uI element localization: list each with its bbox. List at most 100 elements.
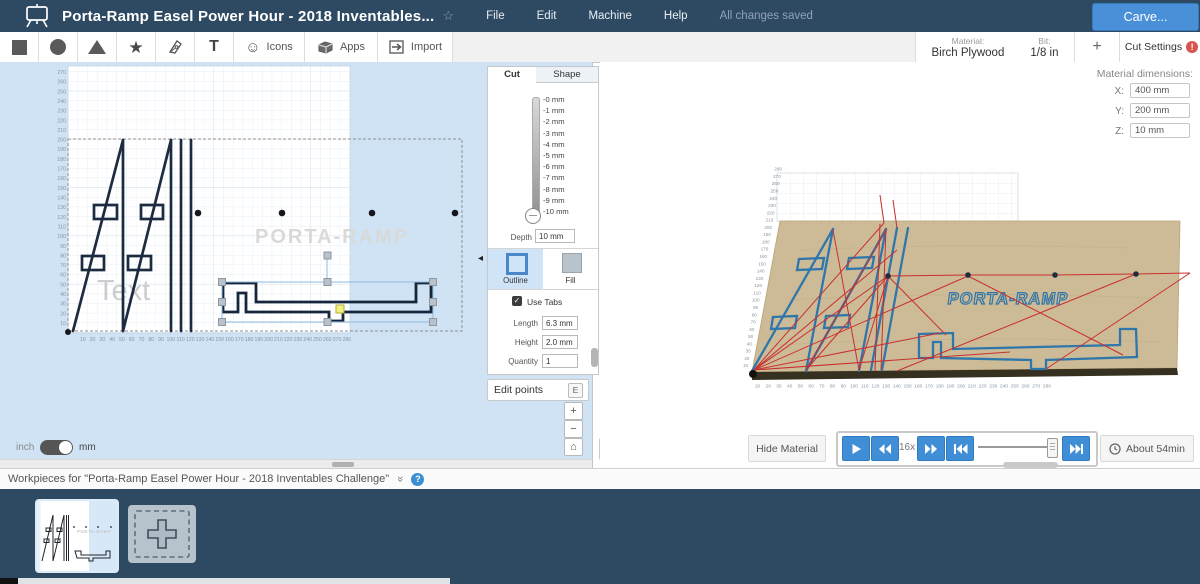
triangle-icon: [88, 40, 106, 54]
ruler-tick-label: 50: [798, 384, 804, 390]
length-input[interactable]: [542, 316, 578, 330]
carve-button[interactable]: Carve...: [1092, 3, 1199, 31]
circle-icon: [50, 39, 66, 55]
tool-pen[interactable]: [156, 32, 195, 62]
tab-shape[interactable]: Shape: [536, 67, 598, 83]
selected-node-yellow[interactable]: [336, 305, 344, 313]
quantity-input[interactable]: [542, 354, 578, 368]
length-label: Length: [496, 319, 538, 328]
height-label: Height: [496, 338, 538, 347]
ruler-tick-label: 20: [766, 384, 772, 390]
ruler-tick-label: 220: [284, 337, 293, 343]
ruler-tick-label: 150: [215, 337, 224, 343]
tool-circle[interactable]: [39, 32, 78, 62]
slider-label: -6 mm: [543, 161, 569, 172]
menu-file[interactable]: File: [486, 10, 505, 22]
depth-input[interactable]: [535, 229, 575, 243]
tool-text[interactable]: T: [195, 32, 234, 62]
add-bit-button[interactable]: +: [1074, 32, 1119, 62]
ruler-tick-label: 80: [148, 337, 154, 343]
menu-machine[interactable]: Machine: [588, 10, 631, 22]
play-button[interactable]: [842, 436, 870, 461]
edit-points-label: Edit points: [494, 384, 543, 396]
project-title[interactable]: Porta-Ramp Easel Power Hour - 2018 Inven…: [62, 8, 434, 25]
h-scrollbar-thumb[interactable]: [332, 462, 354, 467]
estimated-time-button[interactable]: About 54min: [1100, 435, 1194, 462]
ruler-tick-label: 250: [313, 337, 322, 343]
zoom-home-button[interactable]: ⌂: [564, 438, 583, 456]
workpiece-thumbnail-active[interactable]: PORTA-RAMP: [35, 499, 119, 573]
ruler-tick-label: 180: [245, 337, 254, 343]
tool-apps[interactable]: Apps: [305, 32, 378, 62]
rectangle-icon: [12, 40, 27, 55]
slower-button[interactable]: [871, 436, 899, 461]
dim-y-input[interactable]: [1130, 103, 1190, 118]
tool-icons[interactable]: ☺ Icons: [234, 32, 305, 62]
import-icon: [388, 39, 405, 55]
ruler-tick-label: 130: [882, 384, 890, 390]
ruler-tick-label: 60: [808, 384, 814, 390]
rotate-handle[interactable]: [324, 252, 331, 259]
dim-z-input[interactable]: [1130, 123, 1190, 138]
ruler-tick-label: 30: [60, 302, 66, 308]
menu-edit[interactable]: Edit: [537, 10, 557, 22]
bottom-scrollbar-thumb[interactable]: [0, 578, 18, 584]
collapse-panel-arrow[interactable]: ◂: [478, 253, 483, 264]
workpieces-header[interactable]: Workpieces for "Porta-Ramp Easel Power H…: [0, 468, 1200, 490]
ruler-tick-label: 90: [753, 305, 759, 310]
favorite-star-icon[interactable]: ☆: [442, 8, 454, 24]
dim-x-input[interactable]: [1130, 83, 1190, 98]
bottom-scrollbar-track[interactable]: [18, 578, 450, 584]
sim-progress-handle[interactable]: [1047, 438, 1058, 458]
vertical-ruler-2d: 2702602502402302202102001901801701601501…: [57, 70, 66, 327]
skip-start-button[interactable]: [946, 436, 974, 461]
zoom-in-button[interactable]: +: [564, 402, 583, 420]
ruler-tick-label: 150: [758, 261, 766, 266]
menu-help[interactable]: Help: [664, 10, 688, 22]
add-workpiece-button[interactable]: [128, 505, 196, 563]
depth-slider-handle[interactable]: [525, 208, 541, 224]
tool-import[interactable]: Import: [378, 32, 453, 62]
tool-triangle[interactable]: [78, 32, 117, 62]
cut-settings-button[interactable]: Cut Settings !: [1119, 32, 1200, 62]
use-tabs-label: Use Tabs: [527, 297, 562, 307]
v-scrollbar-thumb[interactable]: [591, 348, 598, 367]
bottom-scrollbar[interactable]: [0, 578, 1200, 584]
skip-end-button[interactable]: [1062, 436, 1090, 461]
sim-progress-track[interactable]: [978, 446, 1050, 448]
slider-label: -3 mm: [543, 128, 569, 139]
watermark-text[interactable]: PORTA-RAMP: [255, 226, 409, 248]
ruler-tick-label: 200: [264, 337, 273, 343]
slider-label: -7 mm: [543, 172, 569, 183]
ruler-tick-label: 70: [819, 384, 825, 390]
zoom-out-button[interactable]: −: [564, 420, 583, 438]
depth-slider-labels: -0 mm-1 mm-2 mm-3 mm-4 mm-5 mm-6 mm-7 mm…: [543, 94, 569, 217]
ruler-tick-label: 40: [109, 337, 115, 343]
material-bit-selector[interactable]: Material: Birch Plywood Bit: 1/8 in: [915, 32, 1074, 62]
use-tabs-checkbox[interactable]: ✓: [512, 296, 522, 306]
dim-z-label: Z:: [1100, 126, 1124, 137]
height-input[interactable]: [542, 335, 578, 349]
edit-points-button[interactable]: Edit points E: [487, 379, 589, 401]
tool-star[interactable]: ★: [117, 32, 156, 62]
cut-type-outline[interactable]: Outline: [488, 249, 544, 289]
ruler-tick-label: 120: [186, 337, 195, 343]
hide-material-button[interactable]: Hide Material: [748, 435, 826, 462]
help-icon[interactable]: ?: [411, 473, 424, 486]
ruler-tick-label: 80: [830, 384, 836, 390]
ruler-tick-label: 10: [60, 321, 66, 327]
preview-3d[interactable]: PORTA-RAMP 10203040506070809010011012013…: [600, 62, 1200, 468]
ruler-tick-label: 40: [747, 341, 753, 346]
faster-button[interactable]: [917, 436, 945, 461]
origin-dot-3d: [749, 370, 757, 378]
collapse-chevron-icon[interactable]: »: [394, 476, 406, 482]
tab-cut[interactable]: Cut: [488, 67, 537, 82]
unit-toggle[interactable]: [40, 440, 73, 455]
ruler-tick-label: 260: [57, 80, 66, 86]
tool-rectangle[interactable]: [0, 32, 39, 62]
depth-slider-track[interactable]: [532, 97, 540, 220]
ruler-tick-label: 140: [206, 337, 215, 343]
ruler-tick-label: 50: [748, 334, 754, 339]
cut-type-fill[interactable]: Fill: [543, 249, 598, 289]
dim-y-label: Y:: [1100, 106, 1124, 117]
